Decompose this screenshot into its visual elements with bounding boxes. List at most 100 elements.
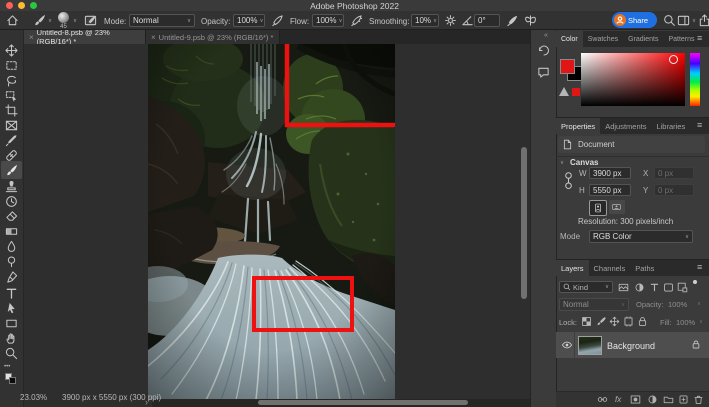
brush-picker-caret[interactable]: ∨ <box>73 19 77 25</box>
layer-opacity-value[interactable]: 100% <box>668 301 687 309</box>
x-field[interactable]: 0 px <box>654 167 694 179</box>
airbrush-icon[interactable] <box>350 14 363 27</box>
pen-tool[interactable] <box>5 271 18 284</box>
brush-settings-panel-toggle-icon[interactable] <box>84 14 97 27</box>
close-icon[interactable]: × <box>29 33 34 42</box>
orientation-portrait-button[interactable] <box>589 200 607 216</box>
horizontal-scrollbar[interactable] <box>258 400 468 405</box>
new-group-folder-icon[interactable] <box>663 394 674 405</box>
move-tool[interactable] <box>5 44 18 57</box>
properties-panel-menu-icon[interactable]: ≡ <box>697 121 702 130</box>
symmetry-butterfly-icon[interactable] <box>524 14 537 27</box>
status-chevron-icon[interactable]: › <box>145 398 148 407</box>
gamut-warning-swatch[interactable] <box>572 88 580 96</box>
eye-icon[interactable] <box>561 340 573 350</box>
tab-layers[interactable]: Layers <box>556 260 589 276</box>
workspace-switcher-icon[interactable] <box>677 14 690 27</box>
y-field[interactable]: 0 px <box>654 184 694 196</box>
dodge-tool[interactable] <box>5 255 18 268</box>
filter-shape-layers-icon[interactable] <box>663 282 674 293</box>
comments-panel-icon[interactable] <box>537 66 550 79</box>
canvas-section-caret[interactable]: ∨ <box>560 161 564 167</box>
collapse-panels-icon[interactable]: « <box>544 32 548 39</box>
lock-artboard-icon[interactable] <box>623 316 634 327</box>
eraser-tool[interactable] <box>5 210 18 223</box>
tab-properties[interactable]: Properties <box>556 118 600 134</box>
object-selection-tool[interactable] <box>5 89 18 102</box>
tab-swatches[interactable]: Swatches <box>583 31 623 47</box>
layer-lock-icon[interactable] <box>691 339 701 350</box>
edit-toolbar-button[interactable]: ••• <box>4 364 10 370</box>
clone-stamp-tool[interactable] <box>5 180 18 193</box>
layer-effects-button[interactable]: fx <box>615 396 621 404</box>
filter-adjustment-layers-icon[interactable] <box>634 282 645 293</box>
layers-panel-menu-icon[interactable]: ≡ <box>697 263 702 272</box>
layer-thumbnail[interactable] <box>578 336 602 355</box>
hand-tool[interactable] <box>5 332 18 345</box>
lock-position-icon[interactable] <box>609 316 620 327</box>
flow-dropdown[interactable]: 100% ∨ <box>312 14 344 27</box>
history-panel-icon[interactable] <box>537 44 550 57</box>
brush-angle-field[interactable]: 0° <box>474 14 500 27</box>
filter-pixel-layers-icon[interactable] <box>618 282 629 293</box>
frame-tool[interactable] <box>5 119 18 132</box>
layer-filter-dropdown[interactable]: Kind ∨ <box>559 281 613 293</box>
path-selection-tool[interactable] <box>5 302 18 315</box>
document-tab-active[interactable]: × Untitled-8.psb @ 23% (RGB/16*) * <box>24 30 146 44</box>
tab-patterns[interactable]: Patterns <box>663 31 699 47</box>
canvas-image[interactable] <box>148 44 395 400</box>
filter-toggle-dot[interactable] <box>693 280 697 284</box>
type-tool[interactable] <box>5 287 18 300</box>
brush-preview[interactable] <box>58 12 69 23</box>
home-icon[interactable] <box>6 14 19 27</box>
color-mode-dropdown[interactable]: RGB Color ∨ <box>589 230 693 243</box>
lock-all-icon[interactable] <box>637 316 648 327</box>
blur-tool[interactable] <box>5 240 18 253</box>
upload-share-icon[interactable] <box>698 14 709 27</box>
filter-type-layers-icon[interactable] <box>649 282 660 293</box>
color-field-marker[interactable] <box>669 55 678 64</box>
link-dimensions-icon[interactable] <box>562 169 575 195</box>
opacity-dropdown[interactable]: 100% ∨ <box>233 14 265 27</box>
tab-adjustments[interactable]: Adjustments <box>600 118 651 134</box>
lock-transparency-icon[interactable] <box>581 316 592 327</box>
marquee-tool[interactable] <box>5 59 18 72</box>
gradient-tool[interactable] <box>5 225 18 238</box>
add-layer-mask-icon[interactable] <box>630 394 641 405</box>
fill-value[interactable]: 100% <box>676 319 695 327</box>
hue-slider[interactable] <box>690 53 700 106</box>
blend-mode-dropdown[interactable]: Normal ∨ <box>559 298 629 311</box>
new-layer-icon[interactable] <box>678 394 689 405</box>
lock-pixels-icon[interactable] <box>595 316 606 327</box>
tab-paths[interactable]: Paths <box>630 260 659 276</box>
zoom-tool[interactable] <box>5 347 18 360</box>
search-icon[interactable] <box>663 14 676 27</box>
eyedropper-tool[interactable] <box>5 134 18 147</box>
history-brush-tool[interactable] <box>5 195 18 208</box>
orientation-landscape-button[interactable] <box>609 200 625 214</box>
delete-layer-trash-icon[interactable] <box>693 394 704 405</box>
smoothing-dropdown[interactable]: 10% ∨ <box>411 14 439 27</box>
width-field[interactable]: 3900 px <box>589 167 631 179</box>
foreground-color-swatch-panel[interactable] <box>560 59 575 74</box>
mode-dropdown[interactable]: Normal ∨ <box>129 14 195 27</box>
adjustment-layer-icon[interactable] <box>647 394 658 405</box>
lasso-tool[interactable] <box>5 74 18 87</box>
brush-preset-caret[interactable]: ∨ <box>48 19 52 25</box>
height-field[interactable]: 5550 px <box>589 184 631 196</box>
airbrush-opacity-pressure-icon[interactable] <box>271 14 284 27</box>
tab-channels[interactable]: Channels <box>589 260 631 276</box>
tab-gradients[interactable]: Gradients <box>623 31 663 47</box>
layer-row-background[interactable]: Background <box>556 332 709 358</box>
color-panel-menu-icon[interactable]: ≡ <box>697 34 702 43</box>
smoothing-gear-icon[interactable] <box>444 14 457 27</box>
shape-tool[interactable] <box>5 317 18 330</box>
layer-name[interactable]: Background <box>607 341 655 351</box>
workspace-caret[interactable]: ∨ <box>692 19 696 25</box>
brush-tool[interactable] <box>5 164 18 177</box>
filter-smart-objects-icon[interactable] <box>677 282 688 293</box>
share-button[interactable]: Share <box>612 12 657 28</box>
zoom-level[interactable]: 23.03% <box>20 394 47 402</box>
tab-color[interactable]: Color <box>556 31 583 47</box>
tab-libraries[interactable]: Libraries <box>651 118 690 134</box>
